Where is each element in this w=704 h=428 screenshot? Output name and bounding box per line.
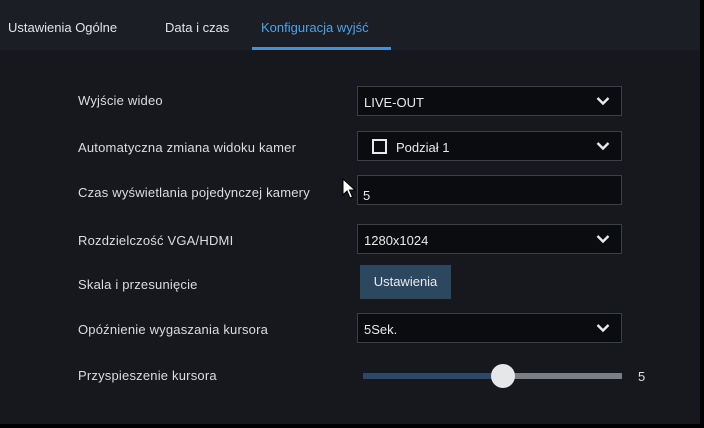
video-output-value: LIVE-OUT bbox=[364, 95, 424, 110]
cursor-acceleration-label: Przyspieszenie kursora bbox=[78, 368, 217, 383]
slider-fill bbox=[363, 373, 503, 379]
cursor-acceleration-slider[interactable] bbox=[363, 364, 622, 388]
split-checkbox[interactable] bbox=[372, 139, 387, 154]
dwell-time-value: 5 bbox=[363, 188, 371, 203]
chevron-down-icon bbox=[596, 142, 610, 151]
cursor-hide-delay-select[interactable]: 5Sek. bbox=[357, 313, 622, 343]
video-output-select[interactable]: LIVE-OUT bbox=[357, 86, 622, 116]
mouse-pointer-icon bbox=[342, 178, 357, 199]
chevron-down-icon bbox=[596, 97, 610, 106]
cursor-hide-delay-value: 5Sek. bbox=[364, 322, 398, 337]
tab-general-settings[interactable]: Ustawienia Ogólne bbox=[8, 0, 117, 50]
dwell-time-label: Czas wyświetlania pojedynczej kamery bbox=[78, 185, 310, 200]
scale-settings-button[interactable]: Ustawienia bbox=[360, 265, 451, 299]
auto-view-switch-label: Automatyczna zmiana widoku kamer bbox=[78, 140, 297, 155]
resolution-select[interactable]: 1280x1024 bbox=[357, 224, 622, 254]
resolution-label: Rozdzielczość VGA/HDMI bbox=[78, 233, 234, 248]
cursor-hide-delay-label: Opóźnienie wygaszania kursora bbox=[78, 322, 269, 337]
chevron-down-icon bbox=[596, 235, 610, 244]
tab-bar: Ustawienia Ogólne Data i czas Konfigurac… bbox=[0, 0, 700, 50]
auto-view-switch-select[interactable]: Podział 1 bbox=[357, 131, 622, 161]
cursor-acceleration-value: 5 bbox=[638, 369, 646, 384]
slider-track-remaining bbox=[503, 373, 622, 379]
scale-offset-label: Skala i przesunięcie bbox=[78, 277, 198, 292]
chevron-down-icon bbox=[596, 324, 610, 333]
tab-output-config[interactable]: Konfiguracja wyjść bbox=[261, 0, 369, 50]
video-output-label: Wyjście wideo bbox=[78, 93, 163, 108]
auto-view-switch-value: Podział 1 bbox=[396, 140, 450, 155]
tab-date-time[interactable]: Data i czas bbox=[165, 0, 229, 50]
dwell-time-input[interactable]: 5 bbox=[357, 175, 622, 205]
resolution-value: 1280x1024 bbox=[364, 233, 429, 248]
slider-thumb[interactable] bbox=[491, 364, 515, 388]
output-config-window: Ustawienia Ogólne Data i czas Konfigurac… bbox=[0, 0, 704, 428]
